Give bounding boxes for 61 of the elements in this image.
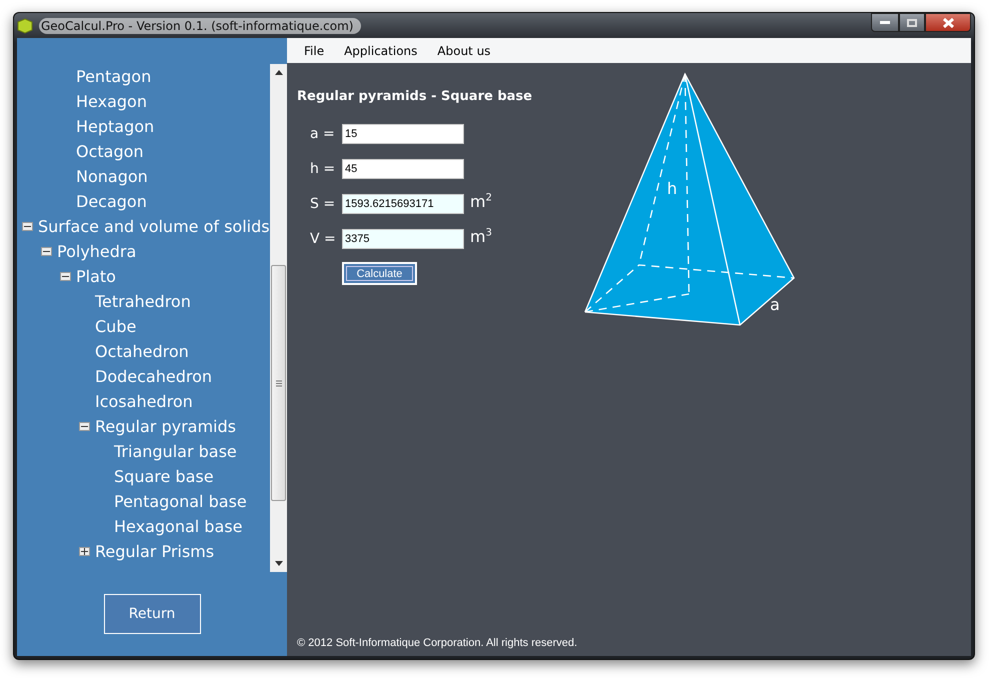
- tree-item[interactable]: Pentagon: [76, 67, 152, 86]
- collapse-toggle[interactable]: [22, 222, 33, 231]
- tree-item[interactable]: Octahedron: [95, 342, 189, 361]
- copyright-text: © 2012 Soft-Informatique Corporation. All rights reserved.: [296, 637, 578, 651]
- maximize-icon: [907, 18, 917, 26]
- tree-item[interactable]: Dodecahedron: [95, 367, 212, 386]
- dimension-label: h: [667, 179, 678, 198]
- dimension-label: a: [770, 295, 780, 314]
- plus-icon: [81, 548, 88, 555]
- tree-item[interactable]: Regular Prisms: [95, 542, 214, 561]
- scroll-up-icon[interactable]: [274, 70, 282, 75]
- field-label: S =: [310, 196, 336, 212]
- form-title: Regular pyramids - Square base: [297, 89, 534, 104]
- menu-item[interactable]: About us: [428, 42, 500, 60]
- minus-icon: [62, 273, 69, 280]
- tree-item[interactable]: Pentagonal base: [114, 492, 247, 511]
- window-title: GeoCalcul.Pro - Version 0.1. (soft-informatique.com): [39, 18, 362, 34]
- tree-item[interactable]: Hexagon: [76, 92, 147, 111]
- scroll-thumb[interactable]: [271, 265, 286, 501]
- maximize-button[interactable]: [899, 13, 925, 32]
- tree-item[interactable]: Regular pyramids: [95, 417, 236, 436]
- tree-item[interactable]: Surface and volume of solids: [38, 217, 270, 236]
- tree-item[interactable]: Octagon: [76, 142, 144, 161]
- return-button[interactable]: Return: [104, 594, 200, 634]
- scroll-down-icon[interactable]: [274, 561, 282, 566]
- field-label: V =: [310, 230, 337, 246]
- cube-icon: [17, 18, 33, 34]
- tree-item[interactable]: Triangular base: [114, 442, 237, 461]
- collapse-toggle[interactable]: [79, 422, 90, 431]
- menu-item[interactable]: Applications: [335, 42, 426, 60]
- close-button[interactable]: [925, 13, 971, 32]
- field-label: h =: [310, 160, 336, 176]
- input-field[interactable]: 3375: [342, 228, 464, 248]
- expand-toggle[interactable]: [79, 547, 90, 556]
- input-field[interactable]: 15: [342, 124, 464, 144]
- close-icon: [942, 18, 954, 28]
- unit-label: m$^{3}$: [470, 227, 492, 246]
- input-field[interactable]: 45: [342, 158, 464, 178]
- menu-item[interactable]: File: [295, 42, 334, 60]
- minimize-button[interactable]: [871, 13, 899, 32]
- field-label: a =: [310, 126, 336, 142]
- minus-icon: [43, 248, 50, 255]
- calculate-button[interactable]: Calculate: [342, 262, 417, 285]
- tree-item[interactable]: Hexagonal base: [114, 517, 242, 536]
- tree-item[interactable]: Cube: [95, 317, 136, 336]
- input-field[interactable]: 1593.6215693171: [342, 194, 464, 214]
- tree-item[interactable]: Tetrahedron: [95, 292, 191, 311]
- tree-item[interactable]: Heptagon: [76, 117, 154, 136]
- collapse-toggle[interactable]: [41, 247, 52, 256]
- unit-label: m$^{2}$: [470, 192, 492, 211]
- collapse-toggle[interactable]: [60, 272, 71, 281]
- tree-item[interactable]: Square base: [114, 467, 214, 486]
- tree-item[interactable]: Decagon: [76, 192, 147, 211]
- tree-item[interactable]: Plato: [76, 267, 116, 286]
- minus-icon: [81, 423, 88, 430]
- minimize-icon: [880, 21, 890, 24]
- tree-item[interactable]: Icosahedron: [95, 392, 193, 411]
- tree-item[interactable]: Nonagon: [76, 167, 148, 186]
- minus-icon: [24, 223, 31, 230]
- tree-item[interactable]: Polyhedra: [57, 242, 136, 261]
- scrollbar[interactable]: [270, 64, 287, 572]
